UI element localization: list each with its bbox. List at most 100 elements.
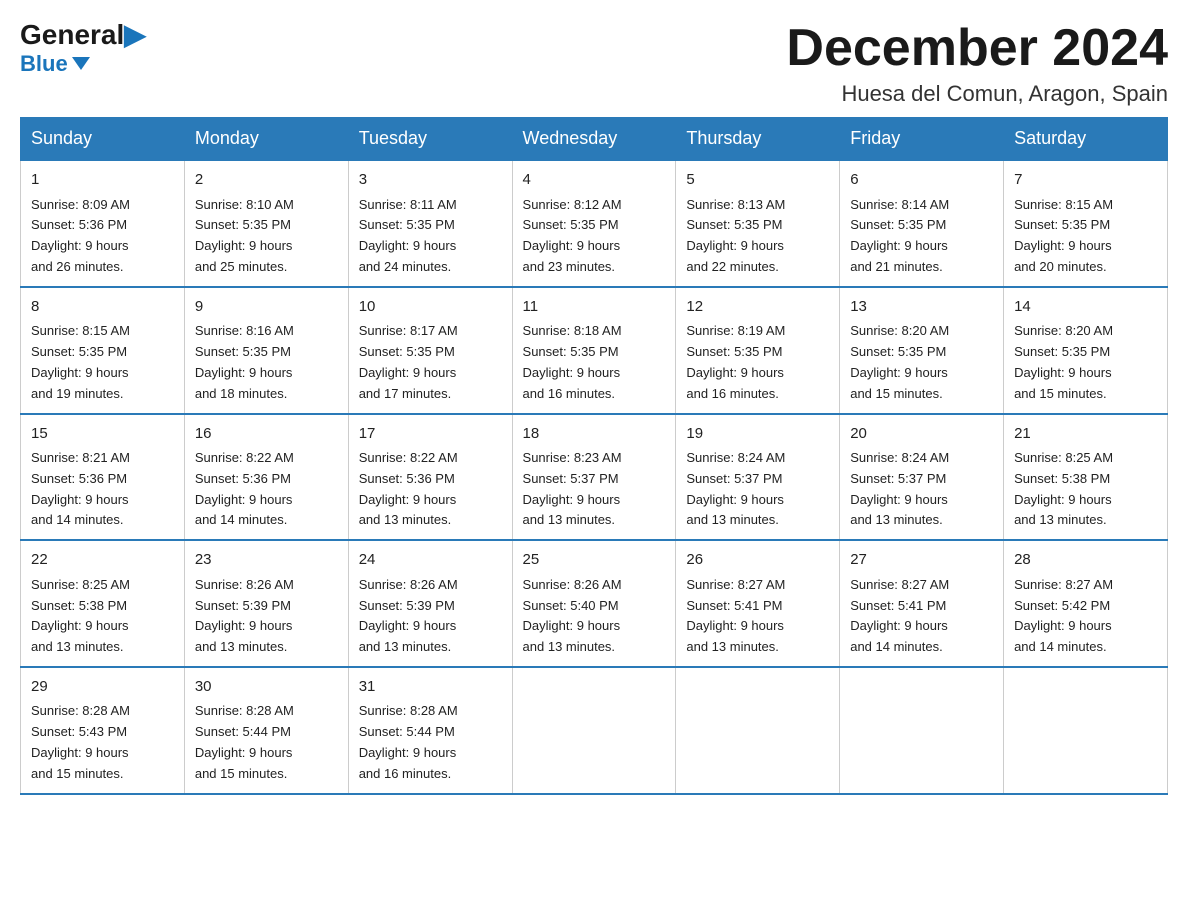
- calendar-cell: 14 Sunrise: 8:20 AMSunset: 5:35 PMDaylig…: [1004, 287, 1168, 414]
- calendar-week-4: 22 Sunrise: 8:25 AMSunset: 5:38 PMDaylig…: [21, 540, 1168, 667]
- day-info: Sunrise: 8:24 AMSunset: 5:37 PMDaylight:…: [850, 450, 949, 527]
- calendar-table: SundayMondayTuesdayWednesdayThursdayFrid…: [20, 117, 1168, 794]
- day-info: Sunrise: 8:25 AMSunset: 5:38 PMDaylight:…: [31, 577, 130, 654]
- day-number: 6: [850, 169, 993, 192]
- day-info: Sunrise: 8:22 AMSunset: 5:36 PMDaylight:…: [195, 450, 294, 527]
- calendar-week-1: 1 Sunrise: 8:09 AMSunset: 5:36 PMDayligh…: [21, 160, 1168, 287]
- day-number: 30: [195, 676, 338, 699]
- day-header-friday: Friday: [840, 118, 1004, 161]
- calendar-cell: [1004, 667, 1168, 794]
- day-info: Sunrise: 8:22 AMSunset: 5:36 PMDaylight:…: [359, 450, 458, 527]
- calendar-cell: 27 Sunrise: 8:27 AMSunset: 5:41 PMDaylig…: [840, 540, 1004, 667]
- day-info: Sunrise: 8:18 AMSunset: 5:35 PMDaylight:…: [523, 323, 622, 400]
- day-number: 10: [359, 296, 502, 319]
- day-info: Sunrise: 8:25 AMSunset: 5:38 PMDaylight:…: [1014, 450, 1113, 527]
- calendar-week-3: 15 Sunrise: 8:21 AMSunset: 5:36 PMDaylig…: [21, 414, 1168, 541]
- logo-general: General▶: [20, 20, 146, 51]
- day-number: 24: [359, 549, 502, 572]
- calendar-cell: 21 Sunrise: 8:25 AMSunset: 5:38 PMDaylig…: [1004, 414, 1168, 541]
- day-number: 15: [31, 423, 174, 446]
- day-number: 28: [1014, 549, 1157, 572]
- calendar-cell: 22 Sunrise: 8:25 AMSunset: 5:38 PMDaylig…: [21, 540, 185, 667]
- calendar-cell: 20 Sunrise: 8:24 AMSunset: 5:37 PMDaylig…: [840, 414, 1004, 541]
- calendar-cell: 9 Sunrise: 8:16 AMSunset: 5:35 PMDayligh…: [184, 287, 348, 414]
- day-number: 16: [195, 423, 338, 446]
- calendar-cell: [676, 667, 840, 794]
- day-number: 9: [195, 296, 338, 319]
- day-info: Sunrise: 8:27 AMSunset: 5:41 PMDaylight:…: [686, 577, 785, 654]
- logo-blue: Blue: [20, 51, 90, 77]
- day-info: Sunrise: 8:13 AMSunset: 5:35 PMDaylight:…: [686, 197, 785, 274]
- day-number: 14: [1014, 296, 1157, 319]
- calendar-cell: 18 Sunrise: 8:23 AMSunset: 5:37 PMDaylig…: [512, 414, 676, 541]
- day-number: 23: [195, 549, 338, 572]
- calendar-cell: 17 Sunrise: 8:22 AMSunset: 5:36 PMDaylig…: [348, 414, 512, 541]
- calendar-cell: 28 Sunrise: 8:27 AMSunset: 5:42 PMDaylig…: [1004, 540, 1168, 667]
- day-number: 13: [850, 296, 993, 319]
- day-number: 19: [686, 423, 829, 446]
- calendar-cell: 8 Sunrise: 8:15 AMSunset: 5:35 PMDayligh…: [21, 287, 185, 414]
- calendar-cell: 6 Sunrise: 8:14 AMSunset: 5:35 PMDayligh…: [840, 160, 1004, 287]
- day-info: Sunrise: 8:28 AMSunset: 5:44 PMDaylight:…: [195, 703, 294, 780]
- day-info: Sunrise: 8:16 AMSunset: 5:35 PMDaylight:…: [195, 323, 294, 400]
- day-number: 27: [850, 549, 993, 572]
- day-number: 29: [31, 676, 174, 699]
- day-number: 21: [1014, 423, 1157, 446]
- day-number: 11: [523, 296, 666, 319]
- day-info: Sunrise: 8:20 AMSunset: 5:35 PMDaylight:…: [850, 323, 949, 400]
- day-number: 22: [31, 549, 174, 572]
- day-number: 3: [359, 169, 502, 192]
- calendar-week-5: 29 Sunrise: 8:28 AMSunset: 5:43 PMDaylig…: [21, 667, 1168, 794]
- logo-triangle-icon: [72, 57, 90, 70]
- day-info: Sunrise: 8:27 AMSunset: 5:42 PMDaylight:…: [1014, 577, 1113, 654]
- location: Huesa del Comun, Aragon, Spain: [786, 81, 1168, 107]
- day-number: 7: [1014, 169, 1157, 192]
- calendar-cell: 26 Sunrise: 8:27 AMSunset: 5:41 PMDaylig…: [676, 540, 840, 667]
- calendar-cell: [512, 667, 676, 794]
- logo: General▶ Blue: [20, 20, 146, 77]
- calendar-cell: [840, 667, 1004, 794]
- calendar-cell: 11 Sunrise: 8:18 AMSunset: 5:35 PMDaylig…: [512, 287, 676, 414]
- day-header-tuesday: Tuesday: [348, 118, 512, 161]
- day-header-wednesday: Wednesday: [512, 118, 676, 161]
- calendar-cell: 25 Sunrise: 8:26 AMSunset: 5:40 PMDaylig…: [512, 540, 676, 667]
- day-info: Sunrise: 8:15 AMSunset: 5:35 PMDaylight:…: [1014, 197, 1113, 274]
- calendar-cell: 29 Sunrise: 8:28 AMSunset: 5:43 PMDaylig…: [21, 667, 185, 794]
- day-info: Sunrise: 8:28 AMSunset: 5:43 PMDaylight:…: [31, 703, 130, 780]
- page-header: General▶ Blue December 2024 Huesa del Co…: [20, 20, 1168, 107]
- calendar-cell: 3 Sunrise: 8:11 AMSunset: 5:35 PMDayligh…: [348, 160, 512, 287]
- calendar-cell: 4 Sunrise: 8:12 AMSunset: 5:35 PMDayligh…: [512, 160, 676, 287]
- calendar-week-2: 8 Sunrise: 8:15 AMSunset: 5:35 PMDayligh…: [21, 287, 1168, 414]
- day-number: 8: [31, 296, 174, 319]
- day-number: 20: [850, 423, 993, 446]
- day-number: 2: [195, 169, 338, 192]
- calendar-cell: 23 Sunrise: 8:26 AMSunset: 5:39 PMDaylig…: [184, 540, 348, 667]
- day-info: Sunrise: 8:26 AMSunset: 5:39 PMDaylight:…: [359, 577, 458, 654]
- month-title: December 2024: [786, 20, 1168, 77]
- calendar-cell: 19 Sunrise: 8:24 AMSunset: 5:37 PMDaylig…: [676, 414, 840, 541]
- calendar-cell: 24 Sunrise: 8:26 AMSunset: 5:39 PMDaylig…: [348, 540, 512, 667]
- day-info: Sunrise: 8:11 AMSunset: 5:35 PMDaylight:…: [359, 197, 457, 274]
- day-info: Sunrise: 8:19 AMSunset: 5:35 PMDaylight:…: [686, 323, 785, 400]
- day-info: Sunrise: 8:09 AMSunset: 5:36 PMDaylight:…: [31, 197, 130, 274]
- calendar-cell: 16 Sunrise: 8:22 AMSunset: 5:36 PMDaylig…: [184, 414, 348, 541]
- day-number: 1: [31, 169, 174, 192]
- day-info: Sunrise: 8:17 AMSunset: 5:35 PMDaylight:…: [359, 323, 458, 400]
- day-number: 4: [523, 169, 666, 192]
- calendar-cell: 5 Sunrise: 8:13 AMSunset: 5:35 PMDayligh…: [676, 160, 840, 287]
- calendar-cell: 30 Sunrise: 8:28 AMSunset: 5:44 PMDaylig…: [184, 667, 348, 794]
- day-info: Sunrise: 8:12 AMSunset: 5:35 PMDaylight:…: [523, 197, 622, 274]
- day-info: Sunrise: 8:14 AMSunset: 5:35 PMDaylight:…: [850, 197, 949, 274]
- day-number: 25: [523, 549, 666, 572]
- calendar-cell: 31 Sunrise: 8:28 AMSunset: 5:44 PMDaylig…: [348, 667, 512, 794]
- day-info: Sunrise: 8:26 AMSunset: 5:39 PMDaylight:…: [195, 577, 294, 654]
- calendar-cell: 10 Sunrise: 8:17 AMSunset: 5:35 PMDaylig…: [348, 287, 512, 414]
- day-header-monday: Monday: [184, 118, 348, 161]
- day-number: 18: [523, 423, 666, 446]
- day-header-sunday: Sunday: [21, 118, 185, 161]
- day-info: Sunrise: 8:20 AMSunset: 5:35 PMDaylight:…: [1014, 323, 1113, 400]
- day-header-thursday: Thursday: [676, 118, 840, 161]
- calendar-cell: 1 Sunrise: 8:09 AMSunset: 5:36 PMDayligh…: [21, 160, 185, 287]
- day-info: Sunrise: 8:26 AMSunset: 5:40 PMDaylight:…: [523, 577, 622, 654]
- day-info: Sunrise: 8:28 AMSunset: 5:44 PMDaylight:…: [359, 703, 458, 780]
